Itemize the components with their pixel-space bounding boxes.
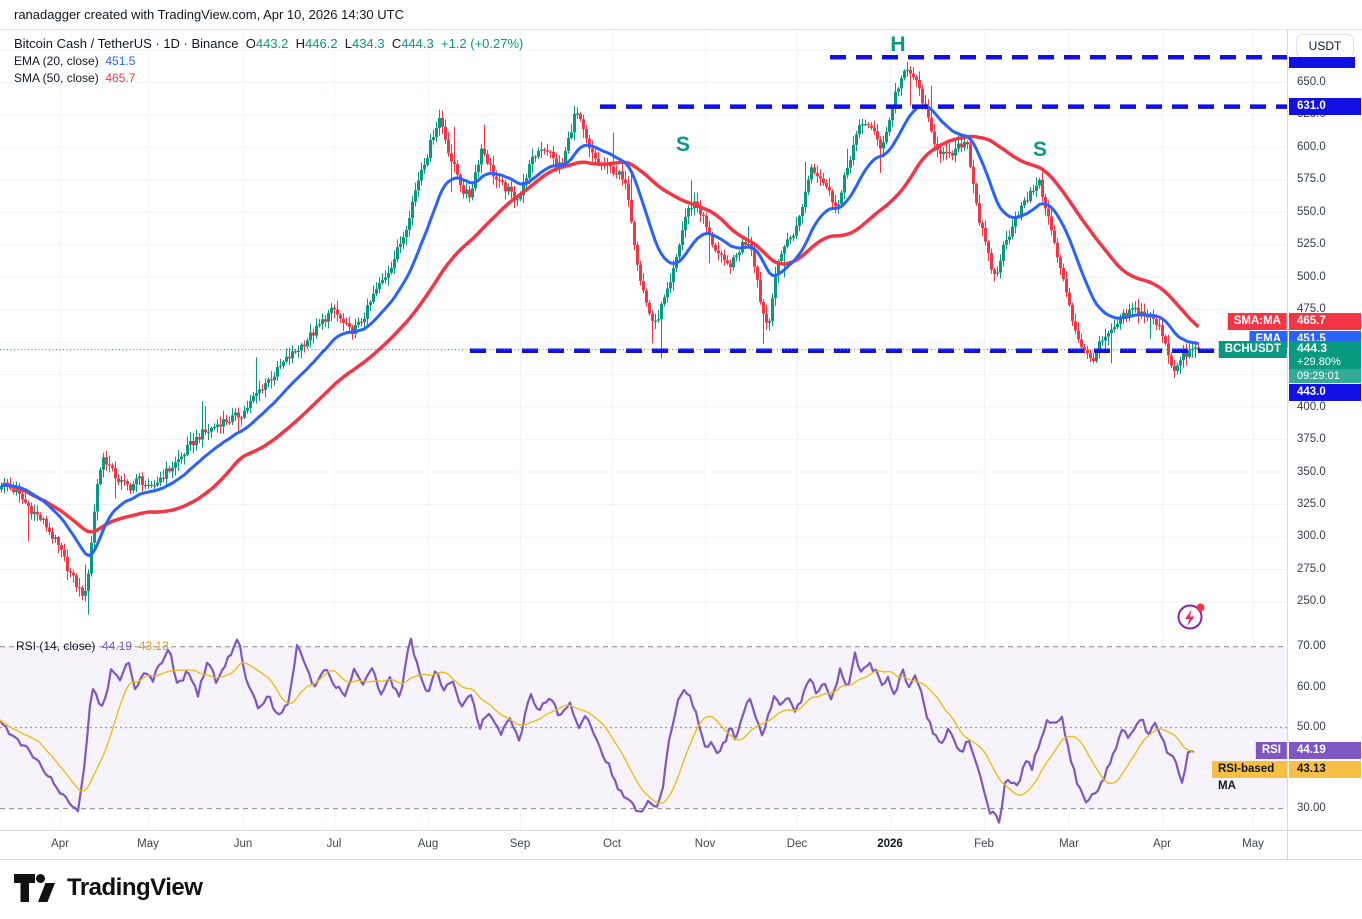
axis-corner-border [1287, 830, 1288, 860]
time-tick-oct: Oct [603, 838, 621, 850]
ema-legend-value: 451.5 [105, 54, 136, 68]
rsi-chart-canvas[interactable] [0, 630, 1287, 830]
ema-legend-row: EMA (20, close) 451.5 [14, 54, 523, 70]
last-price-axis-label: 444.3 +29.80% 09:29:01 [1289, 340, 1361, 383]
last-price-value: 444.3 [1297, 340, 1328, 355]
sma-axis-label: 465.7 [1289, 312, 1361, 330]
rsi-ma-legend-value: 43.13 [138, 639, 169, 653]
price-tick: 650.0 [1297, 75, 1326, 88]
level-443-axis-label: 443.0 [1289, 383, 1361, 401]
price-axis[interactable]: USDT 650.0625.0600.0575.0550.0525.0500.0… [1287, 30, 1362, 830]
bolt-icon [1177, 603, 1205, 630]
tradingview-chart-page: ranadagger created with TradingView.com,… [0, 0, 1362, 919]
time-tick-apr: Apr [1153, 838, 1171, 850]
price-tick: 275.0 [1297, 562, 1326, 575]
bar-countdown: 09:29:01 [1289, 368, 1361, 383]
rsi-tick: 70.00 [1297, 640, 1326, 653]
sma-legend-label: SMA (50, close) [14, 71, 99, 85]
time-tick-aug: Aug [417, 838, 439, 850]
sma-legend-row: SMA (50, close) 465.7 [14, 71, 523, 87]
pattern-head-label: H [890, 32, 906, 56]
rsi-legend: RSI (14, close) 44.19 43.13 [16, 639, 169, 653]
time-tick-mar: Mar [1059, 838, 1079, 850]
change-value: +1.2 (+0.27%) [440, 36, 524, 51]
pattern-left-shoulder-label: S [675, 132, 691, 156]
open-value: 443.2 [255, 36, 289, 51]
time-tick-jun: Jun [233, 838, 253, 850]
price-tick: 600.0 [1297, 140, 1326, 153]
low-label: L [344, 36, 353, 51]
price-tick: 375.0 [1297, 433, 1326, 446]
low-value: 434.3 [352, 36, 385, 51]
flash-alert-icon[interactable] [1174, 599, 1208, 633]
level-631-axis-label: 631.0 [1289, 98, 1361, 116]
symbol-title-row: Bitcoin Cash / TetherUS · 1D · Binance O… [14, 36, 523, 53]
price-tick: 325.0 [1297, 498, 1326, 511]
rsi-ma-axis-label: 43.13 [1289, 761, 1361, 779]
open-label: O [245, 36, 256, 51]
pattern-right-shoulder-label: S [1032, 137, 1048, 161]
notification-dot [1196, 603, 1205, 612]
rsi-legend-value: 44.19 [102, 639, 133, 653]
price-tick: 550.0 [1297, 205, 1326, 218]
price-tick: 250.0 [1297, 595, 1326, 608]
rsi-tick: 50.00 [1297, 721, 1326, 734]
time-tick-2026: 2026 [877, 838, 903, 850]
price-chart-canvas[interactable] [0, 30, 1287, 630]
price-tick: 525.0 [1297, 238, 1326, 251]
time-tick-may: May [1242, 838, 1264, 850]
time-tick-apr: Apr [51, 838, 69, 850]
time-tick-may: May [137, 838, 159, 850]
rsi-ma-series-tag: RSI-based MA [1212, 761, 1287, 792]
tradingview-logo[interactable]: TradingView [14, 874, 203, 902]
price-tick: 300.0 [1297, 530, 1326, 543]
price-tick: 350.0 [1297, 465, 1326, 478]
tradingview-wordmark: TradingView [67, 874, 203, 901]
upper-neckline-axis-label-clipped [1289, 57, 1355, 68]
price-tick: 400.0 [1297, 400, 1326, 413]
time-tick-jul: Jul [326, 838, 342, 850]
usdt-currency-button[interactable]: USDT [1296, 34, 1354, 58]
last-price-change-pct: +29.80% [1297, 355, 1341, 368]
symbol-legend: Bitcoin Cash / TetherUS · 1D · Binance O… [14, 36, 523, 87]
time-tick-feb: Feb [974, 838, 994, 850]
sma-legend-value: 465.7 [105, 71, 136, 85]
footer: TradingView [0, 861, 1362, 919]
high-value: 446.2 [305, 36, 338, 51]
time-tick-dec: Dec [786, 838, 808, 850]
time-tick-sep: Sep [509, 838, 531, 850]
attribution-bar: ranadagger created with TradingView.com,… [0, 0, 1362, 30]
tradingview-logo-icon [14, 874, 55, 902]
close-value: 444.3 [401, 36, 434, 51]
close-label: C [391, 36, 402, 51]
symbol-series-tag: BCHUSDT [1218, 340, 1287, 358]
rsi-tick: 30.00 [1297, 802, 1326, 815]
attribution-text: ranadagger created with TradingView.com,… [14, 7, 404, 22]
price-tick: 500.0 [1297, 270, 1326, 283]
high-label: H [295, 36, 306, 51]
rsi-legend-title: RSI (14, close) [16, 639, 96, 653]
symbol-title: Bitcoin Cash / TetherUS · 1D · Binance [14, 36, 239, 51]
price-tick: 575.0 [1297, 173, 1326, 186]
time-axis[interactable]: Apr May Jun Jul Aug Sep Oct Nov Dec 2026 Feb Mar Apr… [0, 830, 1362, 860]
ema-legend-label: EMA (20, close) [14, 54, 99, 68]
rsi-tick: 60.00 [1297, 680, 1326, 693]
time-tick-nov: Nov [694, 838, 716, 850]
sma-series-tag: SMA:MA [1227, 312, 1287, 330]
rsi-axis-label: 44.19 [1289, 742, 1361, 760]
rsi-series-tag: RSI [1255, 742, 1287, 760]
